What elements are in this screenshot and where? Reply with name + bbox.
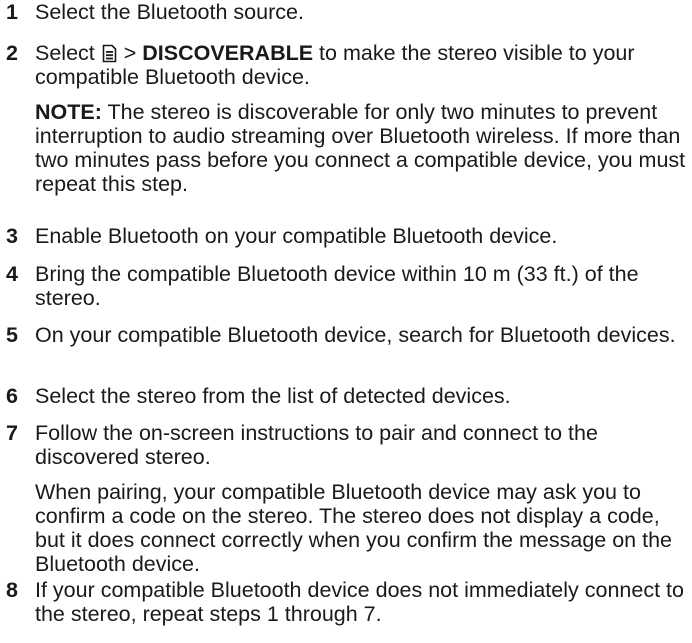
step-number: 8 (6, 578, 18, 602)
step-6: 6 Select the stereo from the list of det… (6, 384, 692, 408)
step-number: 7 (6, 421, 18, 445)
step-8: 8 If your compatible Bluetooth device do… (6, 578, 692, 626)
step-number: 1 (6, 0, 18, 24)
step-number: 6 (6, 384, 18, 408)
step-text: If your compatible Bluetooth device does… (35, 578, 684, 626)
step-number: 2 (6, 41, 18, 65)
step-2: 2 Select > DISCOVERABLE to make the ster… (6, 41, 692, 196)
step-text-separator: > (117, 41, 143, 65)
step-text: On your compatible Bluetooth device, sea… (35, 323, 676, 347)
step-3: 3 Enable Bluetooth on your compatible Bl… (6, 224, 692, 248)
note-label: NOTE: (35, 100, 102, 124)
step-text-pre: Select (35, 41, 101, 65)
step-1: 1 Select the Bluetooth source. (6, 0, 692, 24)
step-text: Select > DISCOVERABLE to make the stereo… (35, 41, 692, 89)
step-number: 5 (6, 323, 18, 347)
step-4: 4 Bring the compatible Bluetooth device … (6, 262, 692, 310)
discoverable-option: DISCOVERABLE (142, 41, 314, 65)
step-text: Select the Bluetooth source. (35, 0, 304, 24)
step-number: 4 (6, 262, 18, 286)
step-text: Bring the compatible Bluetooth device wi… (35, 262, 639, 310)
step-subtext: When pairing, your compatible Bluetooth … (35, 480, 672, 576)
step-5: 5 On your compatible Bluetooth device, s… (6, 323, 692, 347)
note: NOTE: The stereo is discoverable for onl… (35, 100, 692, 196)
step-text: Follow the on-screen instructions to pai… (35, 421, 598, 469)
step-text: Enable Bluetooth on your compatible Blue… (35, 224, 558, 248)
step-7: 7 Follow the on-screen instructions to p… (6, 421, 692, 576)
step-text: Select the stereo from the list of detec… (35, 384, 511, 408)
menu-icon (102, 44, 117, 63)
step-number: 3 (6, 224, 18, 248)
note-text: The stereo is discoverable for only two … (35, 100, 686, 196)
